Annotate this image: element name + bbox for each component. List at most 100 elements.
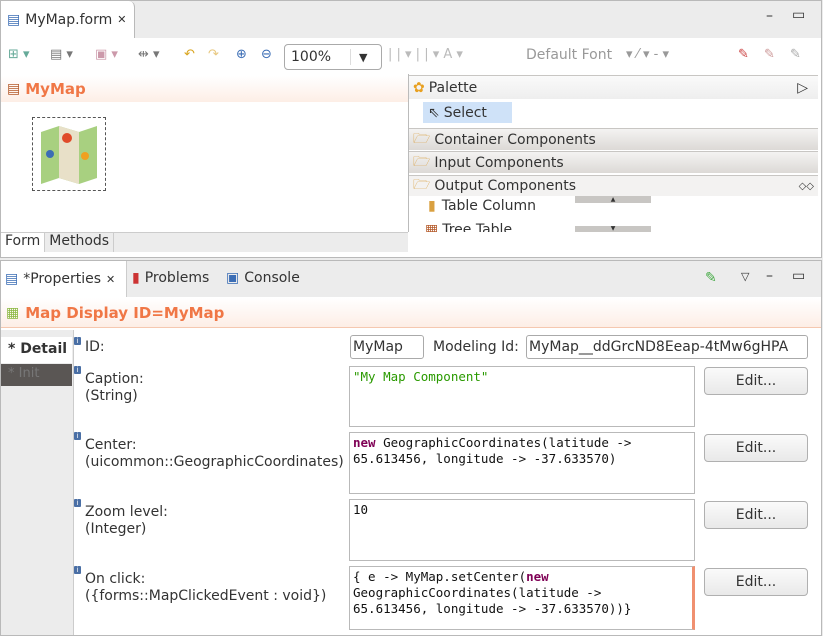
tab-properties[interactable]: ▤ *Properties ✕ bbox=[1, 261, 127, 297]
pin-icon[interactable]: ✎ bbox=[705, 270, 717, 286]
form-header: ▤ MyMap bbox=[1, 76, 408, 102]
undo-icon[interactable]: ↶ bbox=[184, 47, 195, 62]
font-dropdown-icon[interactable]: ▾ ⁄ ▾ - ▾ bbox=[626, 47, 669, 62]
align-icon[interactable]: ⊞ ▾ bbox=[8, 47, 30, 62]
modeling-id-field[interactable]: MyMap__ddGrcND8Eeap-4tMw6gHPA bbox=[526, 335, 808, 359]
form-title: MyMap bbox=[25, 80, 86, 98]
maximize-icon[interactable]: ▭ bbox=[792, 7, 805, 23]
modeling-id-label: Modeling Id: bbox=[433, 339, 519, 355]
properties-title: Map Display ID=MyMap bbox=[25, 303, 225, 322]
palette-item-table-column[interactable]: ▮ Table Column bbox=[428, 198, 536, 214]
zoom-in-icon[interactable]: ⊕ bbox=[236, 47, 247, 62]
item-label: Tree Table bbox=[442, 222, 513, 232]
edit-center-button[interactable]: Edit... bbox=[704, 434, 808, 462]
redo-icon[interactable]: ↷ bbox=[208, 47, 219, 62]
on-click-value: GeographicCoordinates(latitude -> 65.613… bbox=[353, 585, 632, 616]
maximize-icon[interactable]: ▭ bbox=[792, 268, 805, 284]
group-label: Container Components bbox=[434, 131, 596, 148]
edit-on-click-button[interactable]: Edit... bbox=[704, 568, 808, 596]
close-icon[interactable]: ✕ bbox=[106, 273, 115, 286]
line-style-icon[interactable]: | | ▾ | | ▾ A ▾ bbox=[388, 47, 463, 62]
chevron-down-icon: ▼ bbox=[359, 50, 368, 64]
font-select[interactable]: Default Font bbox=[526, 47, 612, 63]
color-picker-icon[interactable]: ✎ bbox=[738, 47, 749, 62]
problems-icon: ▮ bbox=[132, 270, 140, 286]
palette-group-container[interactable]: 🗁 Container Components bbox=[409, 128, 818, 150]
tab-label: Problems bbox=[144, 270, 210, 286]
type-text: (String) bbox=[85, 388, 138, 404]
folder-icon: 🗁 bbox=[413, 153, 431, 170]
keyword: new bbox=[353, 435, 376, 450]
zoom-value: 100% bbox=[285, 49, 351, 65]
center-field[interactable]: new GeographicCoordinates(latitude -> 65… bbox=[349, 432, 695, 494]
palette-icon: ✿ bbox=[413, 79, 425, 96]
tab-init[interactable]: * Init bbox=[1, 364, 72, 386]
table-column-icon: ▮ bbox=[428, 198, 436, 214]
caption-value: "My Map Component" bbox=[353, 369, 489, 384]
info-icon: i bbox=[74, 566, 81, 574]
tab-mymap-form[interactable]: ▤ MyMap.form ✕ bbox=[1, 1, 135, 38]
type-text: (Integer) bbox=[85, 521, 147, 537]
info-icon: i bbox=[74, 366, 81, 374]
zoom-level-field[interactable]: 10 bbox=[349, 499, 695, 561]
tab-console[interactable]: ▣ Console bbox=[226, 270, 300, 286]
tab-problems[interactable]: ▮ Problems bbox=[132, 270, 209, 286]
zoom-select[interactable]: 100% ▼ bbox=[284, 44, 382, 70]
palette-group-output[interactable]: 🗁 Output Components ◇◇ bbox=[409, 175, 818, 196]
item-label: Table Column bbox=[441, 198, 536, 214]
map-display-icon: ▦ bbox=[6, 304, 20, 321]
layout-icon[interactable]: ▤ ▾ bbox=[50, 47, 73, 62]
label-text: On click: bbox=[85, 571, 146, 587]
map-component[interactable] bbox=[32, 117, 106, 191]
info-icon: i bbox=[74, 432, 81, 440]
center-value: GeographicCoordinates(latitude -> 65.613… bbox=[353, 435, 632, 466]
minimize-icon[interactable]: – bbox=[766, 8, 773, 24]
form-icon: ▤ bbox=[7, 81, 21, 97]
palette-item-tree-table[interactable]: ▦ Tree Table bbox=[425, 222, 512, 232]
palette-group-input[interactable]: 🗁 Input Components bbox=[409, 151, 818, 173]
palette-title: Palette bbox=[428, 79, 478, 96]
folder-icon: 🗁 bbox=[413, 130, 431, 147]
brush-icon[interactable]: ✎ bbox=[764, 47, 775, 62]
caption-field[interactable]: "My Map Component" bbox=[349, 366, 695, 427]
properties-header: ▦ Map Display ID=MyMap bbox=[1, 298, 821, 328]
id-field[interactable]: MyMap bbox=[350, 335, 424, 359]
scroll-down-button[interactable]: ▼ bbox=[575, 226, 651, 232]
type-text: (uicommon::GeographicCoordinates) bbox=[85, 454, 344, 470]
zoom-level-value: 10 bbox=[353, 502, 369, 517]
drag-icon[interactable]: ◇◇ bbox=[799, 181, 814, 192]
brush-disabled-icon[interactable]: ✎ bbox=[790, 47, 801, 62]
edit-zoom-button[interactable]: Edit... bbox=[704, 501, 808, 529]
id-label: ID: bbox=[85, 339, 105, 355]
palette-header: ✿ Palette ▷ bbox=[409, 75, 818, 99]
close-icon[interactable]: ✕ bbox=[117, 13, 126, 26]
minimize-icon[interactable]: – bbox=[766, 268, 773, 284]
edit-caption-button[interactable]: Edit... bbox=[704, 367, 808, 395]
on-click-field[interactable]: { e -> MyMap.setCenter(new GeographicCoo… bbox=[349, 566, 695, 630]
collapse-icon[interactable]: ▷ bbox=[797, 80, 808, 96]
group-label: Input Components bbox=[434, 154, 564, 171]
properties-icon: ▤ bbox=[5, 271, 19, 287]
info-icon: i bbox=[74, 499, 81, 507]
code-prefix: { e -> MyMap.setCenter( bbox=[353, 569, 527, 584]
console-icon: ▣ bbox=[226, 270, 240, 286]
zoom-out-icon[interactable]: ⊖ bbox=[261, 47, 272, 62]
caption-label: Caption: (String) bbox=[85, 371, 144, 405]
on-click-label: On click: ({forms::MapClickedEvent : void… bbox=[85, 571, 326, 605]
tree-table-icon: ▦ bbox=[425, 222, 439, 232]
scroll-up-button[interactable]: ▲ bbox=[575, 196, 651, 203]
form-file-icon: ▤ bbox=[7, 11, 21, 28]
palette-select[interactable]: ⇖ Select bbox=[423, 102, 512, 123]
tab-label: MyMap.form bbox=[25, 11, 113, 28]
bottom-tabs: Form Methods bbox=[1, 232, 408, 252]
tab-label: Console bbox=[244, 270, 300, 286]
size-icon[interactable]: ▣ ▾ bbox=[95, 47, 118, 62]
select-label: Select bbox=[443, 104, 487, 121]
map-icon bbox=[41, 126, 97, 184]
spacing-icon[interactable]: ⇹ ▾ bbox=[138, 47, 160, 62]
tab-label: *Properties bbox=[23, 271, 101, 287]
tab-detail[interactable]: * Detail bbox=[1, 337, 72, 363]
tab-methods[interactable]: Methods bbox=[45, 233, 115, 252]
tab-form[interactable]: Form bbox=[1, 233, 46, 252]
view-menu-icon[interactable]: ▽ bbox=[741, 270, 749, 283]
